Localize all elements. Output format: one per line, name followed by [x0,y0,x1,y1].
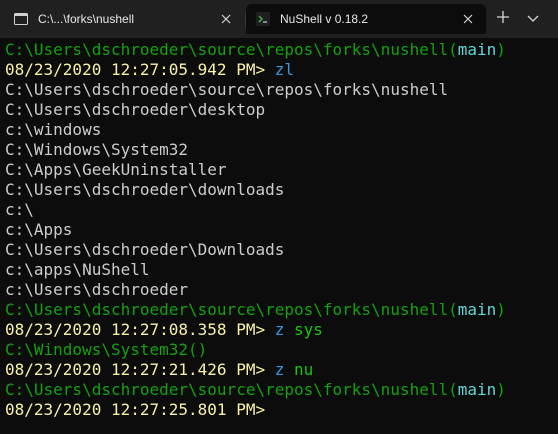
prompt-path: C:\Users\dschroeder\source\repos\forks\n… [5,300,458,319]
output-text: C:\Apps\GeekUninstaller [5,160,227,179]
prompt-timestamp: 08/23/2020 12:27:25.801 PM> [5,400,266,419]
close-icon[interactable] [454,9,482,29]
tab-title: NuShell v 0.18.2 [280,12,369,26]
terminal-line: C:\Windows\System32 [5,140,558,160]
terminal-line: C:\Users\dschroeder\source\repos\forks\n… [5,80,558,100]
terminal-line: C:\Users\dschroeder\source\repos\forks\n… [5,300,558,320]
output-text: c:\Apps [5,220,73,239]
tab-bar: C:\...\forks\nushell NuShell v 0.18.2 [0,0,558,38]
tab-nushell-active[interactable]: NuShell v 0.18.2 [246,4,486,34]
terminal-line: c:\Apps [5,220,558,240]
terminal-line: 08/23/2020 12:27:25.801 PM> [5,400,558,420]
terminal-line: C:\Apps\GeekUninstaller [5,160,558,180]
terminal-line: c:\windows [5,120,558,140]
terminal-line: C:\Windows\System32() [5,340,558,360]
prompt-timestamp: 08/23/2020 12:27:05.942 PM> [5,60,275,79]
prompt-path-close: ) [496,300,506,319]
tab-dropdown-button[interactable] [520,8,546,30]
output-text: C:\Users\dschroeder\source\repos\forks\n… [5,80,449,99]
command-argument: sys [284,320,323,339]
command-name: z [274,360,285,379]
folder-terminal-icon [14,12,28,26]
prompt-path-close: ) [496,380,506,399]
prompt-path-close: () [188,340,208,359]
output-text: C:\Users\dschroeder\Downloads [5,240,285,259]
new-tab-button[interactable] [490,8,516,30]
output-text: c:\ [5,200,34,219]
terminal-line: C:\Users\dschroeder\desktop [5,100,558,120]
tab-title: C:\...\forks\nushell [38,12,135,26]
close-icon[interactable] [212,9,240,29]
terminal-prompt-icon [256,12,270,26]
terminal-output[interactable]: C:\Users\dschroeder\source\repos\forks\n… [0,40,558,434]
chevron-down-icon [527,10,539,28]
tab-nushell-folder[interactable]: C:\...\forks\nushell [4,4,244,34]
git-branch: main [457,40,497,59]
command-argument: nu [284,360,314,379]
prompt-path: C:\Users\dschroeder\source\repos\forks\n… [5,380,458,399]
command-name: z [274,320,285,339]
git-branch: main [457,380,497,399]
terminal-line: C:\Users\dschroeder\source\repos\forks\n… [5,40,558,60]
output-text: c:\windows [5,120,102,139]
output-text: C:\Users\dschroeder\desktop [5,100,266,119]
git-branch: main [457,300,497,319]
terminal-line: 08/23/2020 12:27:05.942 PM> zl [5,60,558,80]
terminal-line: 08/23/2020 12:27:21.426 PM> z nu [5,360,558,380]
output-text: C:\Windows\System32 [5,140,189,159]
terminal-line: c:\apps\NuShell [5,260,558,280]
prompt-path: C:\Users\dschroeder\source\repos\forks\n… [5,40,458,59]
terminal-line: C:\Users\dschroeder\Downloads [5,240,558,260]
terminal-window: C:\...\forks\nushell NuShell v 0.18.2 C:… [0,0,558,434]
output-text: C:\Users\dschroeder\downloads [5,180,285,199]
output-text: c:\apps\NuShell [5,260,150,279]
terminal-line: 08/23/2020 12:27:08.358 PM> z sys [5,320,558,340]
prompt-timestamp: 08/23/2020 12:27:08.358 PM> [5,320,275,339]
terminal-line: c:\ [5,200,558,220]
plus-icon [497,10,509,28]
prompt-path-close: ) [496,40,506,59]
terminal-line: C:\Users\dschroeder\source\repos\forks\n… [5,380,558,400]
output-text: c:\Users\dschroeder [5,280,189,299]
prompt-timestamp: 08/23/2020 12:27:21.426 PM> [5,360,275,379]
prompt-path: C:\Windows\System32 [5,340,189,359]
terminal-line: C:\Users\dschroeder\downloads [5,180,558,200]
command-name: zl [274,60,294,79]
terminal-line: c:\Users\dschroeder [5,280,558,300]
